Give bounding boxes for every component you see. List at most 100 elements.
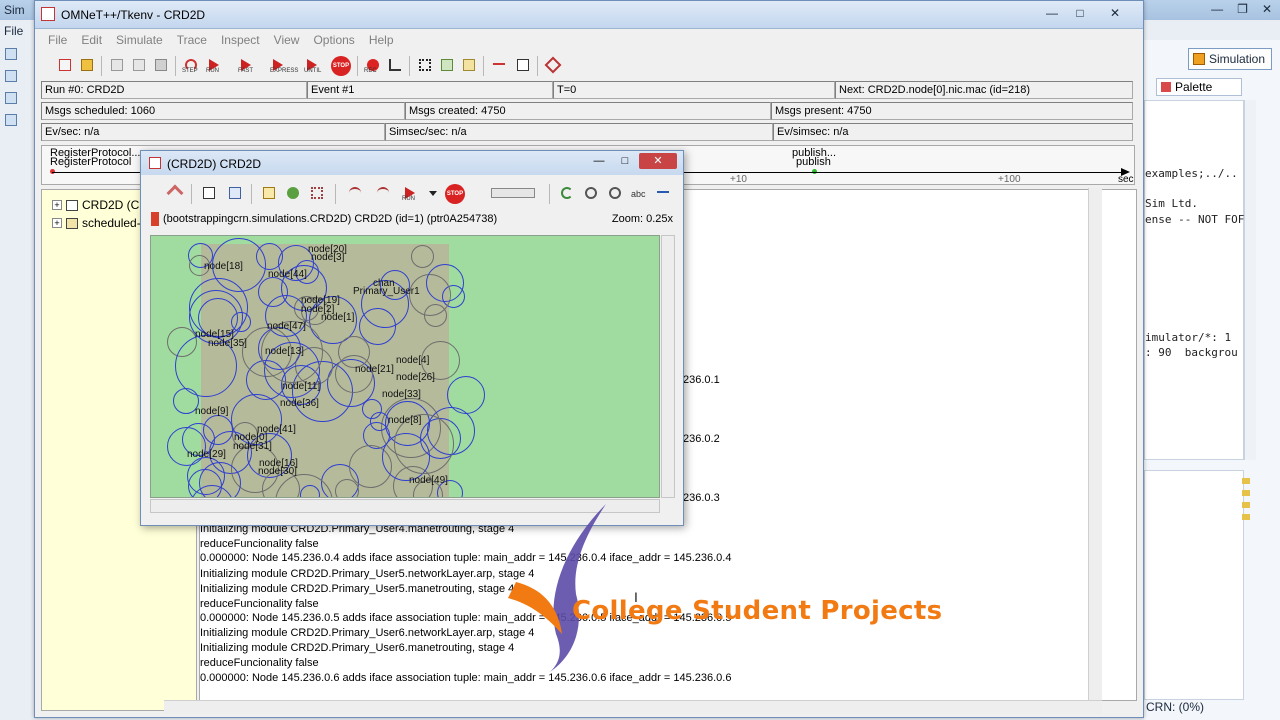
fast-button[interactable]: FAST bbox=[237, 55, 257, 75]
node-label[interactable]: node[13] bbox=[265, 346, 304, 357]
palette-tab[interactable]: Palette bbox=[1156, 78, 1242, 96]
copy-button[interactable] bbox=[107, 55, 127, 75]
parent-module-button[interactable] bbox=[165, 183, 185, 203]
marker-icon[interactable] bbox=[1242, 502, 1250, 508]
graph-button[interactable] bbox=[385, 55, 405, 75]
inspector-window-controls: — □ ✕ bbox=[587, 153, 677, 169]
info-button[interactable] bbox=[259, 183, 279, 203]
omnet-app-icon bbox=[41, 7, 55, 21]
node-label[interactable]: node[31] bbox=[233, 441, 272, 452]
canvas-vertical-scrollbar[interactable] bbox=[661, 235, 675, 498]
restore-icon[interactable]: ❐ bbox=[1237, 2, 1248, 16]
relayout-button[interactable] bbox=[557, 183, 577, 203]
objects-button[interactable] bbox=[283, 183, 303, 203]
marker-icon[interactable] bbox=[1242, 478, 1250, 484]
record-button[interactable]: REC bbox=[363, 55, 383, 75]
node-label[interactable]: Primary_User1 bbox=[353, 286, 420, 297]
menu-edit[interactable]: Edit bbox=[74, 33, 109, 49]
tree-item-network[interactable]: + CRD2D (CR bbox=[52, 198, 148, 212]
ide-code-scrollbar[interactable] bbox=[1244, 100, 1256, 460]
node-label[interactable]: node[26] bbox=[396, 372, 435, 383]
objects-button[interactable] bbox=[437, 55, 457, 75]
node-label[interactable]: node[44] bbox=[268, 269, 307, 280]
node-label[interactable]: node[30] bbox=[258, 466, 297, 477]
node-label[interactable]: node[8] bbox=[388, 415, 421, 426]
marker-icon[interactable] bbox=[1242, 514, 1250, 520]
module-log-button[interactable] bbox=[225, 183, 245, 203]
menu-simulate[interactable]: Simulate bbox=[109, 33, 170, 49]
node-label[interactable]: node[11] bbox=[282, 381, 320, 392]
log-line: 0.000000: Node 145.236.0.6 adds iface as… bbox=[200, 672, 732, 684]
find-button[interactable] bbox=[129, 55, 149, 75]
maximize-icon[interactable]: □ bbox=[613, 153, 637, 169]
options-button[interactable] bbox=[543, 55, 563, 75]
step-button[interactable] bbox=[345, 183, 365, 203]
load-ned-button[interactable] bbox=[77, 55, 97, 75]
run-until-button[interactable] bbox=[373, 183, 393, 203]
find-button[interactable] bbox=[307, 183, 327, 203]
new-icon[interactable] bbox=[5, 48, 17, 60]
package-icon[interactable] bbox=[5, 70, 17, 82]
new-run-button[interactable] bbox=[55, 55, 75, 75]
minimize-icon[interactable]: — bbox=[587, 153, 611, 169]
marker-icon[interactable] bbox=[1242, 490, 1250, 496]
ide-code-editor[interactable]: examples;../.. Sim Ltd. ense -- NOT FOF … bbox=[1144, 100, 1244, 460]
time-info: T=0 bbox=[553, 81, 835, 99]
node-label[interactable]: node[1] bbox=[321, 312, 354, 323]
outline-icon[interactable] bbox=[5, 92, 17, 104]
minimize-icon[interactable]: — bbox=[1211, 2, 1223, 16]
menu-options[interactable]: Options bbox=[306, 33, 361, 49]
toggle-labels-button[interactable]: abc bbox=[629, 183, 649, 203]
expand-icon[interactable]: + bbox=[52, 200, 62, 210]
node-label[interactable]: node[4] bbox=[396, 355, 429, 366]
menu-trace[interactable]: Trace bbox=[170, 33, 214, 49]
stop-button[interactable]: STOP bbox=[331, 56, 351, 76]
log-vertical-scrollbar[interactable] bbox=[1088, 188, 1102, 700]
zoom-in-button[interactable] bbox=[581, 183, 601, 203]
menu-inspect[interactable]: Inspect bbox=[214, 33, 267, 49]
node-label[interactable]: node[9] bbox=[195, 406, 228, 417]
expand-icon[interactable]: + bbox=[52, 218, 62, 228]
node-label[interactable]: node[18] bbox=[204, 261, 243, 272]
find-objects-button[interactable] bbox=[459, 55, 479, 75]
run-button[interactable]: RUN bbox=[205, 55, 225, 75]
node-label[interactable]: node[35] bbox=[208, 338, 247, 349]
tree-item-scheduled[interactable]: + scheduled- bbox=[52, 216, 141, 230]
node-label[interactable]: node[21] bbox=[355, 364, 394, 375]
ide-window-controls: — ❐ ✕ bbox=[1211, 2, 1272, 16]
network-canvas[interactable]: node[20] node[3] node[18] node[44] chan Prima… bbox=[150, 235, 660, 498]
menu-help[interactable]: Help bbox=[362, 33, 401, 49]
zoom-out-button[interactable] bbox=[605, 183, 625, 203]
step-button[interactable]: STEP bbox=[181, 55, 201, 75]
save-button[interactable] bbox=[151, 55, 171, 75]
node-label[interactable]: node[29] bbox=[187, 449, 226, 460]
close-icon[interactable]: ✕ bbox=[1095, 4, 1135, 22]
arrow-right-icon bbox=[657, 191, 669, 203]
run-dropdown-button[interactable] bbox=[425, 183, 445, 203]
stop-button[interactable]: STOP bbox=[445, 184, 465, 204]
menu-file[interactable]: File bbox=[41, 33, 74, 49]
tree-button[interactable] bbox=[513, 55, 533, 75]
hierarchy-icon[interactable] bbox=[5, 114, 17, 126]
node-label[interactable]: node[49] bbox=[409, 475, 448, 486]
ide-menu-file[interactable]: File bbox=[4, 24, 23, 38]
run-button[interactable]: RUN bbox=[401, 183, 421, 203]
timeline-button[interactable] bbox=[489, 55, 509, 75]
arrows-button[interactable] bbox=[653, 183, 673, 203]
minimize-icon[interactable]: — bbox=[1039, 4, 1065, 22]
close-icon[interactable]: ✕ bbox=[1262, 2, 1272, 16]
animation-slider[interactable] bbox=[489, 183, 537, 203]
module-output-button[interactable] bbox=[199, 183, 219, 203]
close-icon[interactable]: ✕ bbox=[639, 153, 677, 169]
simulation-perspective-button[interactable]: Simulation bbox=[1188, 48, 1272, 70]
maximize-icon[interactable]: □ bbox=[1067, 4, 1093, 22]
menu-view[interactable]: View bbox=[267, 33, 307, 49]
node-label[interactable]: node[33] bbox=[382, 389, 421, 400]
until-button[interactable]: UNTIL bbox=[303, 55, 323, 75]
network-button[interactable] bbox=[415, 55, 435, 75]
node-label[interactable]: node[47] bbox=[267, 321, 306, 332]
express-button[interactable]: EXPRESS bbox=[269, 55, 298, 75]
node-label[interactable]: node[3] bbox=[311, 252, 344, 263]
node-label[interactable]: node[36] bbox=[280, 398, 319, 409]
log-horizontal-scrollbar[interactable] bbox=[164, 700, 1102, 714]
